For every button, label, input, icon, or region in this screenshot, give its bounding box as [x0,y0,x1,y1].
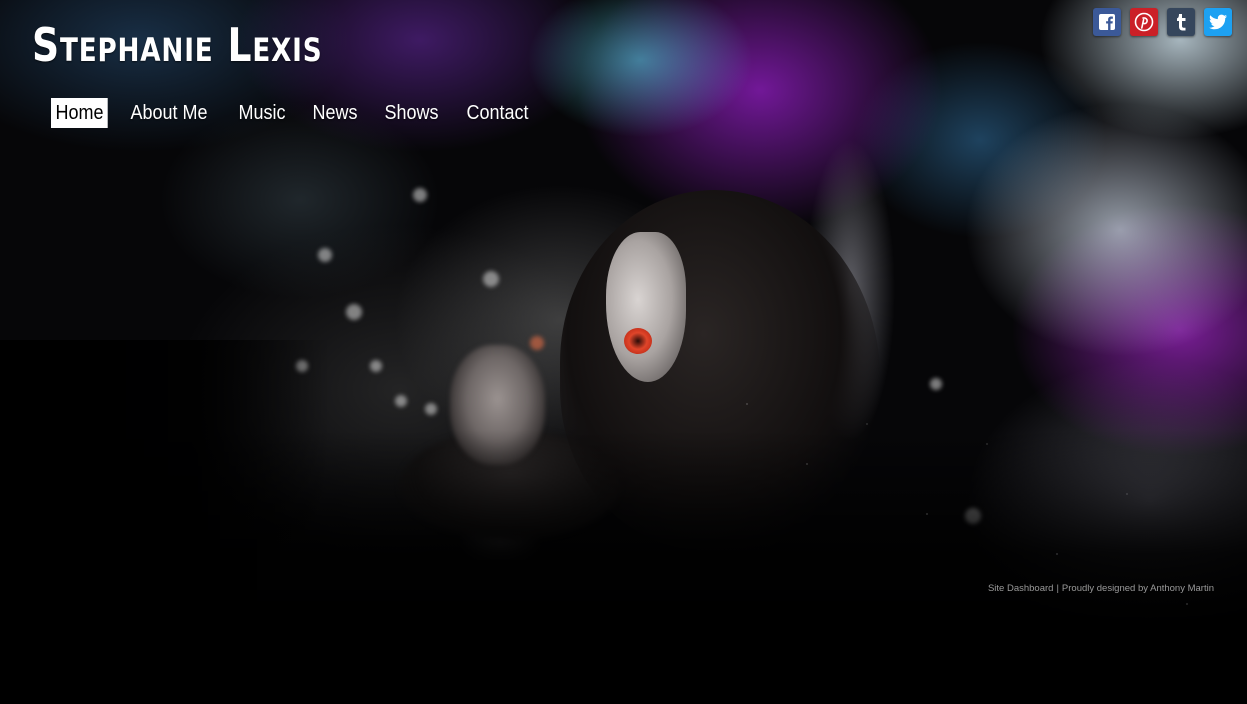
bokeh-light [370,360,382,372]
nav-item-about-me[interactable]: About Me [126,98,212,128]
footer: Site Dashboard | Proudly designed by Antho… [988,583,1214,594]
bokeh-light [425,403,437,415]
designer-credit-link[interactable]: Proudly designed by Anthony Martin [1062,583,1214,594]
left-fade [0,340,330,704]
bokeh-light [530,336,544,350]
twitter-button[interactable] [1204,8,1232,36]
singer-lips [624,328,652,354]
tumblr-icon [1177,14,1186,31]
facebook-icon [1099,14,1115,30]
tumblr-button[interactable] [1167,8,1195,36]
main-nav: Home About Me Music News Shows Contact [51,98,553,128]
facebook-button[interactable] [1093,8,1121,36]
bokeh-light [483,271,499,287]
starfield [727,374,1247,704]
site-title[interactable]: Stephanie Lexis [32,18,322,72]
nav-item-contact[interactable]: Contact [462,98,533,128]
nav-item-music[interactable]: Music [234,98,290,128]
singer-face [606,232,686,382]
nav-item-home[interactable]: Home [51,98,109,128]
social-links [1093,8,1232,36]
pinterest-button[interactable] [1130,8,1158,36]
bokeh-light [318,248,332,262]
nav-item-news[interactable]: News [308,98,362,128]
bokeh-light [395,395,407,407]
site-dashboard-link[interactable]: Site Dashboard [988,583,1053,594]
pinterest-icon [1134,12,1154,32]
nav-item-shows[interactable]: Shows [380,98,443,128]
footer-separator: | [1056,583,1059,594]
twitter-icon [1209,14,1227,30]
bokeh-light [346,304,362,320]
bokeh-light [413,188,427,202]
